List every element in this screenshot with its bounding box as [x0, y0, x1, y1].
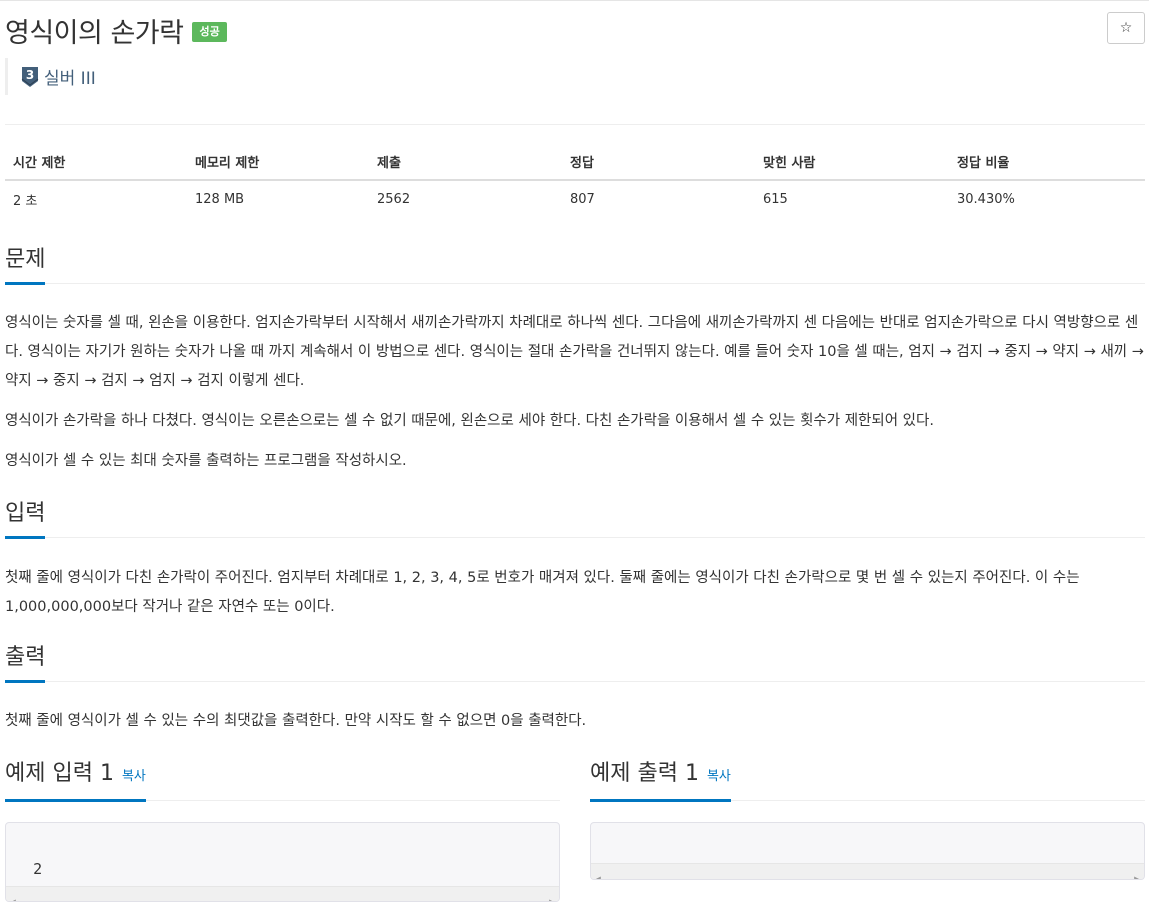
problem-paragraph: 영식이가 손가락을 하나 다쳤다. 영식이는 오른손으로는 셀 수 없기 때문에…	[5, 413, 934, 429]
problem-header: 영식이의 손가락 성공	[5, 10, 227, 50]
tier-silver-icon: 3	[21, 66, 39, 87]
header-accepted: 정답	[562, 143, 755, 181]
tier-info: 3 실버 III	[5, 58, 96, 95]
sample-output-title: 예제 출력 1	[590, 761, 699, 786]
value-solved-users[interactable]: 615	[755, 180, 949, 217]
tier-label[interactable]: 실버 III	[44, 64, 96, 89]
info-header-row: 시간 제한 메모리 제한 제출 정답 맞힌 사람 정답 비율	[5, 143, 1145, 181]
header-solved-users: 맞힌 사람	[755, 143, 949, 181]
problem-paragraph: 영식이가 셀 수 있는 최대 숫자를 출력하는 프로그램을 작성하시오.	[5, 453, 407, 469]
horizontal-scrollbar[interactable]: ◀ ▶	[6, 886, 559, 901]
header-time-limit: 시간 제한	[5, 143, 187, 181]
page-title: 영식이의 손가락	[5, 17, 184, 49]
sample-output-section: 예제 출력 1 복사	[590, 759, 1145, 802]
horizontal-scrollbar[interactable]: ◀ ▶	[591, 863, 1144, 879]
favorite-star-button[interactable]: ☆	[1107, 12, 1145, 44]
header-accept-ratio: 정답 비율	[949, 143, 1145, 181]
tier-number: 3	[26, 68, 34, 82]
sample-input-heading: 예제 입력 1 복사	[5, 759, 146, 802]
value-time-limit: 2 초	[13, 193, 38, 209]
value-submissions[interactable]: 2562	[369, 180, 562, 217]
sample-output-heading: 예제 출력 1 복사	[590, 759, 731, 802]
section-rule	[5, 537, 1145, 538]
sample-input-section: 예제 입력 1 복사	[5, 759, 560, 802]
sample-output-box[interactable]: 15 ◀ ▶	[590, 822, 1145, 880]
header-submissions: 제출	[369, 143, 562, 181]
info-value-row: 2 초 128 MB 2562 807 615 30.430%	[5, 180, 1145, 217]
problem-info-table: 시간 제한 메모리 제한 제출 정답 맞힌 사람 정답 비율 2 초 128 M…	[5, 143, 1145, 217]
value-memory-limit: 128 MB	[195, 191, 245, 207]
output-paragraph: 첫째 줄에 영식이가 셀 수 있는 수의 최댓값을 출력한다. 만약 시작도 할…	[5, 713, 587, 729]
input-description: 첫째 줄에 영식이가 다친 손가락이 주어진다. 엄지부터 차례대로 1, 2,…	[5, 564, 1145, 622]
sample-input-box[interactable]: 2 3 ◀ ▶	[5, 822, 560, 902]
input-section: 입력 첫째 줄에 영식이가 다친 손가락이 주어진다. 엄지부터 차례대로 1,…	[5, 499, 1145, 622]
star-icon: ☆	[1119, 20, 1133, 36]
sample-input-title: 예제 입력 1	[5, 761, 114, 786]
value-accepted[interactable]: 807	[562, 180, 755, 217]
problem-paragraph: 영식이는 숫자를 셀 때, 왼손을 이용한다. 엄지손가락부터 시작해서 새끼손…	[5, 315, 1144, 389]
copy-sample-output-button[interactable]: 복사	[707, 769, 731, 784]
problem-description: 영식이는 숫자를 셀 때, 왼손을 이용한다. 엄지손가락부터 시작해서 새끼손…	[5, 309, 1145, 476]
status-badge: 성공	[192, 22, 227, 42]
scroll-left-icon[interactable]: ◀	[596, 866, 601, 879]
input-heading: 입력	[5, 499, 46, 539]
output-description: 첫째 줄에 영식이가 셀 수 있는 수의 최댓값을 출력한다. 만약 시작도 할…	[5, 707, 1145, 736]
scroll-right-icon[interactable]: ▶	[1134, 866, 1139, 879]
copy-sample-input-button[interactable]: 복사	[122, 769, 146, 784]
value-accept-ratio: 30.430%	[957, 191, 1015, 207]
problem-section: 문제 영식이는 숫자를 셀 때, 왼손을 이용한다. 엄지손가락부터 시작해서 …	[5, 245, 1145, 476]
problem-heading: 문제	[5, 245, 46, 285]
output-heading: 출력	[5, 643, 46, 683]
header-memory-limit: 메모리 제한	[187, 143, 369, 181]
top-border	[0, 0, 1149, 1]
section-rule	[5, 283, 1145, 284]
input-paragraph: 첫째 줄에 영식이가 다친 손가락이 주어진다. 엄지부터 차례대로 1, 2,…	[5, 570, 1080, 615]
output-section: 출력 첫째 줄에 영식이가 셀 수 있는 수의 최댓값을 출력한다. 만약 시작…	[5, 643, 1145, 736]
divider	[5, 124, 1145, 125]
section-rule	[5, 681, 1145, 682]
